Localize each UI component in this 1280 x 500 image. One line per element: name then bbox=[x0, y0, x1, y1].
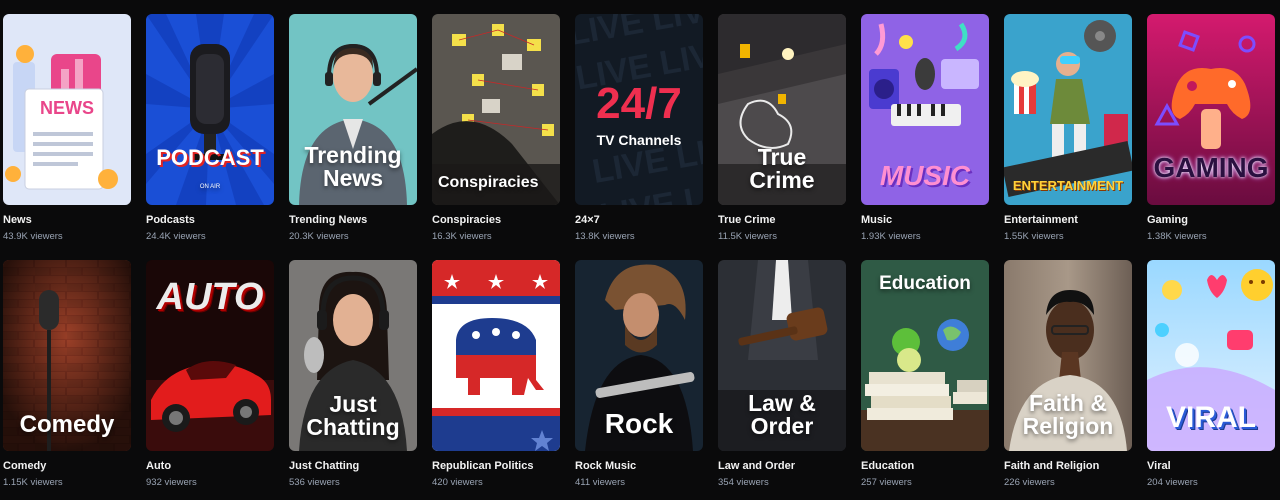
viewer-count: 1.15K viewers bbox=[3, 477, 63, 488]
thumbnail-title: True Crime bbox=[749, 144, 815, 193]
category-thumbnail[interactable] bbox=[432, 260, 560, 451]
category-card-music[interactable]: MUSIC Music 1.93K viewers bbox=[861, 14, 989, 242]
category-card-just-chatting[interactable]: Just Chatting Just Chatting 536 viewers bbox=[289, 260, 417, 488]
category-thumbnail[interactable]: VIRAL bbox=[1147, 260, 1275, 451]
thumbnail-title: 24/7 bbox=[596, 79, 682, 128]
category-thumbnail[interactable]: Rock bbox=[575, 260, 703, 451]
category-thumbnail[interactable]: PODCAST ON AIR bbox=[146, 14, 274, 205]
category-thumbnail[interactable]: True Crime bbox=[718, 14, 846, 205]
category-thumbnail[interactable]: Trending News bbox=[289, 14, 417, 205]
category-name[interactable]: Viral bbox=[1147, 460, 1275, 472]
category-name[interactable]: Podcasts bbox=[146, 214, 274, 226]
viewer-count: 536 viewers bbox=[289, 477, 340, 488]
category-thumbnail[interactable]: Comedy bbox=[3, 260, 131, 451]
category-card-trending-news[interactable]: Trending News Trending News 20.3K viewer… bbox=[289, 14, 417, 242]
viewer-count: 226 viewers bbox=[1004, 477, 1055, 488]
viewer-count: 420 viewers bbox=[432, 477, 483, 488]
entertainment-illustration bbox=[1004, 14, 1132, 205]
thumbnail-subtitle: TV Channels bbox=[596, 132, 682, 148]
category-thumbnail[interactable]: MUSIC bbox=[861, 14, 989, 205]
category-name[interactable]: Republican Politics bbox=[432, 460, 560, 472]
viewer-count: 354 viewers bbox=[718, 477, 769, 488]
category-name[interactable]: True Crime bbox=[718, 214, 846, 226]
thumbnail-subtitle: ON AIR bbox=[199, 184, 221, 190]
category-card-faith-and-religion[interactable]: Faith & Religion Faith and Religion 226 … bbox=[1004, 260, 1132, 488]
category-name[interactable]: Conspiracies bbox=[432, 214, 560, 226]
category-card-gaming[interactable]: GAMING Gaming 1.38K viewers bbox=[1147, 14, 1275, 242]
category-thumbnail[interactable]: NEWS bbox=[3, 14, 131, 205]
category-card-education[interactable]: Education Education 257 viewers bbox=[861, 260, 989, 488]
category-name[interactable]: Just Chatting bbox=[289, 460, 417, 472]
thumbnail-title: AUTO bbox=[156, 276, 264, 318]
thumbnail-title: NEWS bbox=[40, 98, 94, 118]
category-thumbnail[interactable]: Conspiracies bbox=[432, 14, 560, 205]
category-card-viral[interactable]: VIRAL Viral 204 viewers bbox=[1147, 260, 1275, 488]
category-thumbnail[interactable]: ENTERTAINMENT bbox=[1004, 14, 1132, 205]
viewer-count: 411 viewers bbox=[575, 477, 625, 488]
republican-elephant-logo bbox=[432, 260, 560, 451]
category-card-true-crime[interactable]: True Crime True Crime 11.5K viewers bbox=[718, 14, 846, 242]
category-thumbnail[interactable]: Faith & Religion bbox=[1004, 260, 1132, 451]
category-card-podcasts[interactable]: PODCAST ON AIR Podcasts 24.4K viewers bbox=[146, 14, 274, 242]
category-name[interactable]: Faith and Religion bbox=[1004, 460, 1132, 472]
thumbnail-title: Law & Order bbox=[748, 390, 816, 439]
category-card-auto[interactable]: AUTO Auto 932 viewers bbox=[146, 260, 274, 488]
thumbnail-title: Conspiracies bbox=[438, 174, 539, 191]
category-card-rock-music[interactable]: Rock Rock Music 411 viewers bbox=[575, 260, 703, 488]
category-name[interactable]: News bbox=[3, 214, 131, 226]
viewer-count: 1.55K viewers bbox=[1004, 231, 1064, 242]
thumbnail-title: Faith & Religion bbox=[1022, 390, 1114, 439]
category-thumbnail[interactable]: LIVE LIVE LIVE LIVE LIVE LIVE LIVE LIVE … bbox=[575, 14, 703, 205]
category-thumbnail[interactable]: AUTO bbox=[146, 260, 274, 451]
viewer-count: 11.5K viewers bbox=[718, 231, 777, 242]
thumbnail-title: PODCAST bbox=[156, 145, 264, 170]
category-card-law-and-order[interactable]: Law & Order Law and Order 354 viewers bbox=[718, 260, 846, 488]
viewer-count: 24.4K viewers bbox=[146, 231, 206, 242]
category-thumbnail[interactable]: Law & Order bbox=[718, 260, 846, 451]
category-name[interactable]: Rock Music bbox=[575, 460, 703, 472]
thumbnail-title: Rock bbox=[604, 408, 674, 439]
category-name[interactable]: 24×7 bbox=[575, 214, 703, 226]
category-card-news[interactable]: NEWS News 43.9K viewers bbox=[3, 14, 131, 242]
viewer-count: 1.93K viewers bbox=[861, 231, 921, 242]
viewer-count: 932 viewers bbox=[146, 477, 197, 488]
thumbnail-title: MUSIC bbox=[879, 160, 971, 191]
category-name[interactable]: Trending News bbox=[289, 214, 417, 226]
viewer-count: 16.3K viewers bbox=[432, 231, 492, 242]
category-name[interactable]: Auto bbox=[146, 460, 274, 472]
microphone-illustration bbox=[146, 14, 274, 205]
category-thumbnail[interactable]: Education bbox=[861, 260, 989, 451]
category-name[interactable]: Comedy bbox=[3, 460, 131, 472]
category-grid: NEWS News 43.9K viewers PODCAST ON AIR P… bbox=[0, 0, 1280, 500]
category-name[interactable]: Law and Order bbox=[718, 460, 846, 472]
category-thumbnail[interactable]: GAMING bbox=[1147, 14, 1275, 205]
thumbnail-title: VIRAL bbox=[1166, 401, 1256, 434]
viewer-count: 257 viewers bbox=[861, 477, 912, 488]
thumbnail-title: Just Chatting bbox=[306, 391, 400, 440]
category-card-republican-politics[interactable]: Republican Politics 420 viewers bbox=[432, 260, 560, 488]
category-card-24x7[interactable]: LIVE LIVE LIVE LIVE LIVE LIVE LIVE LIVE … bbox=[575, 14, 703, 242]
viewer-count: 1.38K viewers bbox=[1147, 231, 1207, 242]
thumbnail-title: ENTERTAINMENT bbox=[1012, 178, 1124, 193]
thumbnail-title: Education bbox=[879, 273, 971, 294]
category-name[interactable]: Education bbox=[861, 460, 989, 472]
viewer-count: 43.9K viewers bbox=[3, 231, 63, 242]
viewer-count: 20.3K viewers bbox=[289, 231, 349, 242]
category-name[interactable]: Music bbox=[861, 214, 989, 226]
category-card-comedy[interactable]: Comedy Comedy 1.15K viewers bbox=[3, 260, 131, 488]
thumbnail-title: Trending News bbox=[304, 142, 402, 191]
viewer-count: 204 viewers bbox=[1147, 477, 1198, 488]
category-card-entertainment[interactable]: ENTERTAINMENT Entertainment 1.55K viewer… bbox=[1004, 14, 1132, 242]
category-card-conspiracies[interactable]: Conspiracies Conspiracies 16.3K viewers bbox=[432, 14, 560, 242]
viewer-count: 13.8K viewers bbox=[575, 231, 635, 242]
thumbnail-title: Comedy bbox=[19, 411, 115, 438]
thumbnail-title: GAMING bbox=[1153, 152, 1269, 183]
category-name[interactable]: Gaming bbox=[1147, 214, 1275, 226]
category-name[interactable]: Entertainment bbox=[1004, 214, 1132, 226]
category-thumbnail[interactable]: Just Chatting bbox=[289, 260, 417, 451]
